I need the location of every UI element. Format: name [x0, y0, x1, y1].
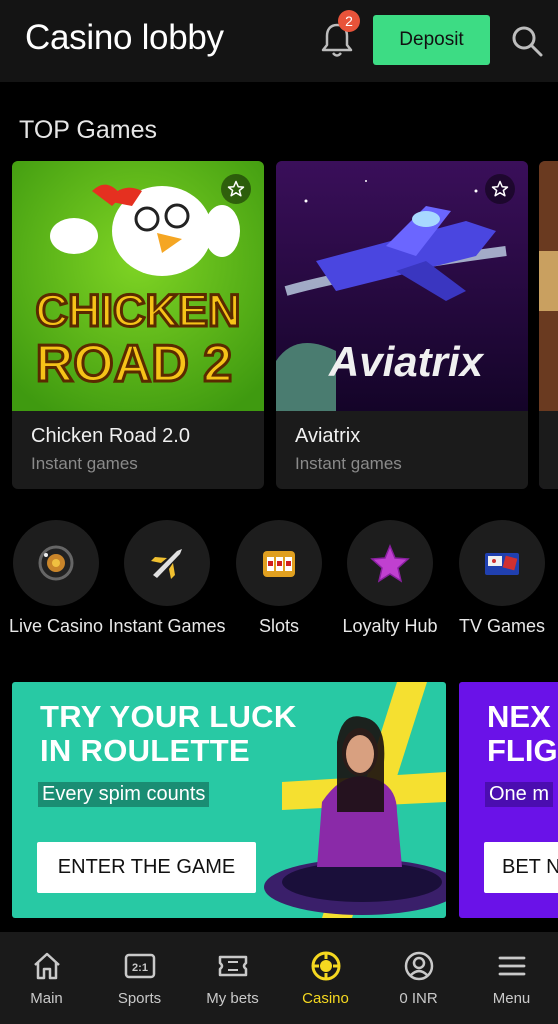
banner-headline-line1: NEX	[487, 699, 551, 734]
banner-subtitle: Every spim counts	[38, 782, 210, 807]
chicken-road-art-line1: CHICKEN	[35, 285, 240, 336]
page-title: Casino lobby	[25, 18, 224, 57]
category-label: Loyalty Hub	[342, 616, 438, 636]
nav-casino[interactable]: Casino	[279, 932, 372, 1024]
tv-games-icon	[485, 553, 519, 575]
category-loyalty-hub[interactable]: Loyalty Hub	[334, 520, 446, 660]
star-outline-icon	[491, 180, 509, 197]
game-card-aviatrix[interactable]: Aviatrix Aviatrix Instant games	[276, 161, 528, 489]
category-instant-games[interactable]: Instant Games	[108, 520, 226, 660]
nav-account[interactable]: 0 INR	[372, 932, 465, 1024]
game-category: Instant games	[31, 454, 138, 473]
banner-headline-line1: TRY YOUR LUCK	[40, 699, 297, 734]
enter-game-button[interactable]: ENTER THE GAME	[37, 842, 256, 893]
nav-label: Sports	[117, 990, 162, 1007]
bet-button[interactable]: BET N	[484, 842, 558, 893]
section-title-top-games: TOP Games	[19, 116, 158, 144]
promo-banner-roulette[interactable]: TRY YOUR LUCK IN ROULETTE Every spim cou…	[12, 682, 446, 918]
nav-menu[interactable]: Menu	[465, 932, 558, 1024]
star-outline-icon	[227, 180, 245, 197]
deposit-button[interactable]: Deposit	[373, 15, 490, 65]
category-slots[interactable]: Slots	[223, 520, 335, 660]
game-category: Instant games	[295, 454, 402, 473]
category-icon-circle	[124, 520, 210, 606]
category-icon-circle	[347, 520, 433, 606]
category-icon-circle	[13, 520, 99, 606]
category-tv-games[interactable]: TV Games	[446, 520, 558, 660]
game-name: Chicken Road 2.0	[31, 425, 190, 447]
bottom-nav: Main 2:1 Sports My bets Casino 0 INR Men…	[0, 932, 558, 1024]
search-icon[interactable]	[510, 24, 544, 58]
nav-label: Main	[30, 990, 63, 1007]
banner-headline: NEX FLIG	[487, 700, 558, 768]
ticket-icon	[218, 955, 248, 977]
nav-label: My bets	[206, 990, 259, 1007]
notification-badge: 2	[338, 10, 360, 32]
category-label: Instant Games	[108, 616, 226, 636]
promo-banner-partial[interactable]: NEX FLIG One m BET N	[459, 682, 558, 918]
account-icon	[404, 951, 434, 981]
partial-thumbnail	[539, 161, 558, 489]
nav-label: 0 INR	[399, 990, 438, 1007]
slot-machine-icon	[263, 551, 295, 577]
game-card-partial[interactable]	[539, 161, 558, 489]
nav-sports[interactable]: 2:1 Sports	[93, 932, 186, 1024]
home-icon	[34, 952, 60, 980]
banner-headline-line2: IN ROULETTE	[40, 733, 250, 768]
nav-label: Casino	[302, 990, 349, 1007]
banner-headline: TRY YOUR LUCK IN ROULETTE	[40, 700, 297, 768]
category-icon-circle	[459, 520, 545, 606]
chicken-road-art-line2: ROAD 2	[36, 335, 232, 393]
svg-text:2:1: 2:1	[132, 962, 148, 974]
deposit-label: Deposit	[399, 29, 464, 50]
roulette-wheel-icon	[38, 545, 74, 581]
nav-my-bets[interactable]: My bets	[186, 932, 279, 1024]
menu-icon	[498, 956, 526, 976]
category-label: Slots	[258, 616, 300, 636]
airplane-icon	[151, 549, 182, 579]
category-label: Live Casino	[8, 616, 104, 636]
header: Casino lobby 2 Deposit	[0, 0, 558, 82]
category-label: TV Games	[458, 616, 546, 636]
casino-chip-icon	[311, 951, 341, 981]
banner-subtitle: One m	[485, 782, 554, 807]
category-live-casino[interactable]: Live Casino	[0, 520, 112, 660]
star-icon	[370, 544, 410, 583]
game-name: Aviatrix	[295, 425, 361, 447]
nav-main[interactable]: Main	[0, 932, 93, 1024]
aviatrix-art-text: Aviatrix	[328, 338, 485, 385]
scoreboard-icon: 2:1	[124, 953, 156, 979]
favorite-button[interactable]	[221, 174, 251, 204]
category-icon-circle	[236, 520, 322, 606]
nav-label: Menu	[492, 990, 531, 1007]
favorite-button[interactable]	[485, 174, 515, 204]
banner-headline-line2: FLIG	[487, 733, 558, 768]
game-card-chicken-road[interactable]: CHICKEN ROAD 2 Chicken Road 2.0 Instant …	[12, 161, 264, 489]
